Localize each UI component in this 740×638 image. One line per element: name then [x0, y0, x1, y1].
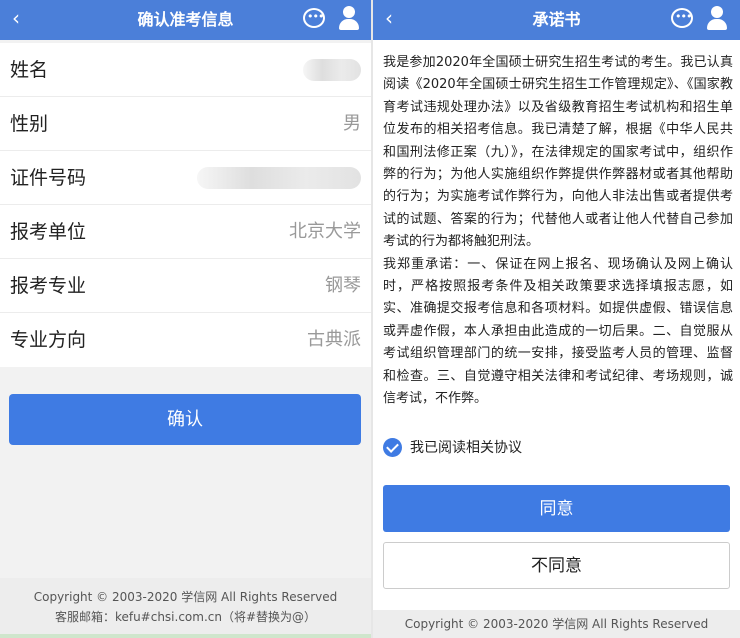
- footer: Copyright © 2003-2020 学信网 All Rights Res…: [373, 610, 740, 638]
- pledge-screen: ‹ 承诺书 ••• 我是参加2020年全国硕士研究生招生考试的考生。我已认真阅读…: [373, 0, 740, 638]
- pledge-text: 我是参加2020年全国硕士研究生招生考试的考生。我已认真阅读《2020年全国硕士…: [383, 52, 733, 411]
- navbar: ‹ 承诺书 •••: [373, 0, 740, 40]
- field-value: 男: [343, 113, 361, 134]
- agree-button[interactable]: 同意: [383, 485, 730, 532]
- field-label: 报考专业: [10, 275, 87, 297]
- user-icon[interactable]: [706, 6, 728, 32]
- field-label: 报考单位: [10, 221, 87, 243]
- copyright-text: Copyright © 2003-2020 学信网 All Rights Res…: [33, 590, 338, 604]
- disagree-button[interactable]: 不同意: [383, 542, 730, 589]
- chat-bubble-icon[interactable]: •••: [671, 8, 693, 28]
- support-email-text: 客服邮箱：kefu#chsi.com.cn（将#替换为@）: [54, 610, 317, 624]
- user-icon[interactable]: [338, 6, 360, 32]
- field-label: 专业方向: [10, 329, 87, 351]
- info-row-name: 姓名: [0, 43, 371, 97]
- read-agreement-label[interactable]: 我已阅读相关协议: [410, 437, 522, 459]
- confirm-button[interactable]: 确认: [9, 394, 361, 445]
- info-row-major: 报考专业 钢琴: [0, 259, 371, 313]
- confirm-info-screen: ‹ 确认准考信息 ••• 姓名 性别 男 证件号码 报考单位 北京大学 报考专业…: [0, 0, 371, 638]
- info-list: 姓名 性别 男 证件号码 报考单位 北京大学 报考专业 钢琴 专业方向 古典派: [0, 43, 371, 367]
- check-circle-icon[interactable]: [383, 438, 402, 457]
- redacted-value: [303, 59, 361, 81]
- copyright-text: Copyright © 2003-2020 学信网 All Rights Res…: [404, 617, 709, 631]
- redacted-value: [197, 167, 361, 189]
- field-value: 钢琴: [325, 275, 361, 296]
- field-value: 北京大学: [289, 221, 361, 242]
- bottom-accent-bar: [0, 634, 371, 638]
- field-label: 性别: [10, 113, 49, 135]
- pledge-paragraph: 我是参加2020年全国硕士研究生招生考试的考生。我已认真阅读《2020年全国硕士…: [383, 55, 733, 250]
- field-value: 古典派: [307, 329, 361, 350]
- info-row-gender: 性别 男: [0, 97, 371, 151]
- field-label: 证件号码: [10, 167, 87, 189]
- chat-bubble-icon[interactable]: •••: [303, 8, 325, 28]
- info-row-institution: 报考单位 北京大学: [0, 205, 371, 259]
- info-row-id-number: 证件号码: [0, 151, 371, 205]
- field-label: 姓名: [10, 59, 49, 81]
- info-row-direction: 专业方向 古典派: [0, 313, 371, 367]
- navbar: ‹ 确认准考信息 •••: [0, 0, 371, 40]
- footer: Copyright © 2003-2020 学信网 All Rights Res…: [0, 578, 371, 638]
- pledge-paragraph: 我郑重承诺：一、保证在网上报名、现场确认及网上确认时，严格按照报考条件及相关政策…: [383, 256, 733, 407]
